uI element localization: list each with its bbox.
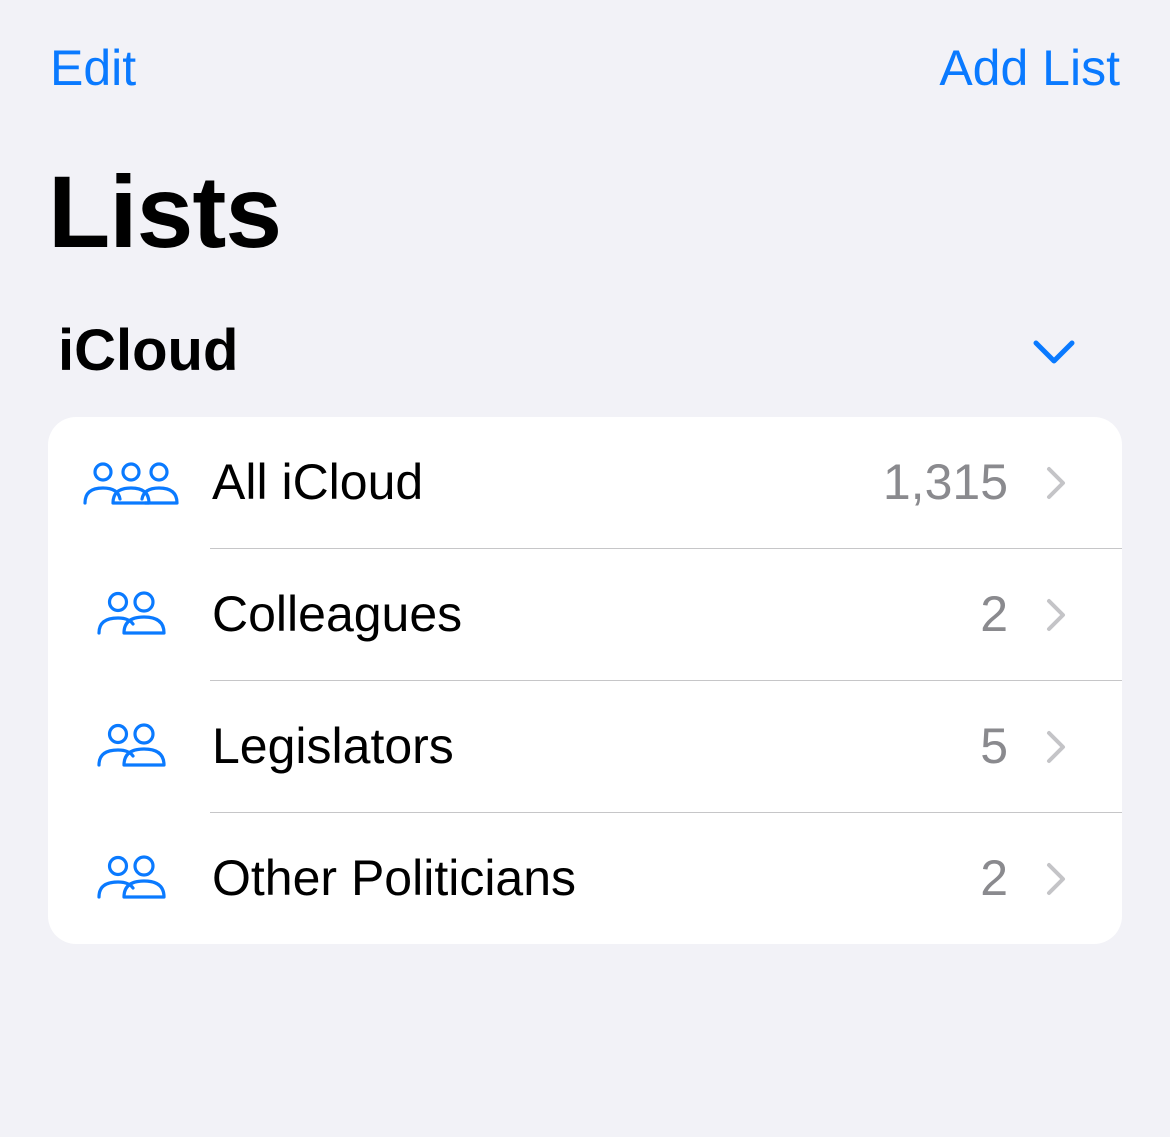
two-people-icon bbox=[97, 723, 166, 767]
list-row-legislators[interactable]: Legislators 5 bbox=[48, 681, 1122, 812]
list-row-count: 2 bbox=[980, 850, 1008, 906]
add-list-button[interactable]: Add List bbox=[939, 38, 1120, 98]
list-row-label: Colleagues bbox=[212, 586, 463, 642]
list-row-label: Other Politicians bbox=[212, 850, 577, 906]
chevron-right-icon bbox=[1047, 467, 1065, 499]
page-title: Lists bbox=[48, 155, 282, 269]
list-row-other-politicians[interactable]: Other Politicians 2 bbox=[48, 813, 1122, 944]
list-row-all-icloud[interactable]: All iCloud 1,315 bbox=[48, 417, 1122, 548]
two-people-icon bbox=[97, 591, 166, 635]
list-row-label: All iCloud bbox=[212, 454, 424, 510]
chevron-right-icon bbox=[1047, 731, 1065, 763]
three-people-icon bbox=[83, 462, 179, 505]
section-header-icloud[interactable]: iCloud bbox=[48, 306, 1122, 396]
list-row-count: 5 bbox=[980, 718, 1008, 774]
list-row-count: 1,315 bbox=[882, 454, 1008, 510]
lists-card: All iCloud 1,315 Colleagues 2 Legislator… bbox=[48, 417, 1122, 944]
list-row-count: 2 bbox=[980, 586, 1008, 642]
chevron-right-icon bbox=[1047, 599, 1065, 631]
two-people-icon bbox=[97, 855, 166, 899]
edit-button[interactable]: Edit bbox=[50, 38, 136, 98]
list-row-colleagues[interactable]: Colleagues 2 bbox=[48, 549, 1122, 680]
navigation-bar: Edit Add List bbox=[0, 0, 1170, 130]
list-row-label: Legislators bbox=[212, 718, 454, 774]
chevron-down-icon[interactable] bbox=[1032, 336, 1076, 368]
chevron-right-icon bbox=[1047, 863, 1065, 895]
section-title: iCloud bbox=[58, 318, 239, 383]
